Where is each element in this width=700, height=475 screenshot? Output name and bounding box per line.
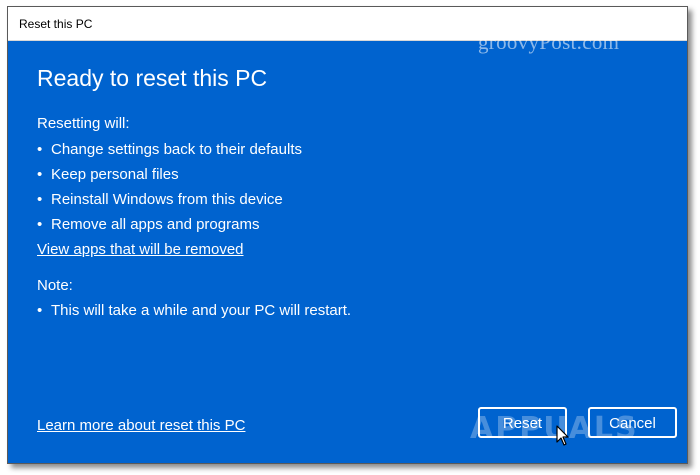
page-title: Ready to reset this PC xyxy=(37,65,268,91)
list-item: • Keep personal files xyxy=(37,166,302,191)
bullet: • xyxy=(37,216,43,233)
groovypost-watermark: groovyPost.com xyxy=(478,30,620,54)
list-item: • Reinstall Windows from this device xyxy=(37,191,302,216)
resetting-label: Resetting will: xyxy=(37,115,130,132)
list-item-text: Remove all apps and programs xyxy=(51,216,260,233)
list-item-text: Change settings back to their defaults xyxy=(51,141,302,158)
bullet: • xyxy=(37,141,43,158)
bullet: • xyxy=(37,191,43,208)
reset-button[interactable]: Reset xyxy=(478,407,567,438)
list-item-text: This will take a while and your PC will … xyxy=(51,302,352,319)
cancel-button[interactable]: Cancel xyxy=(588,407,677,438)
list-item: • Change settings back to their defaults xyxy=(37,141,302,166)
list-item-text: Keep personal files xyxy=(51,166,179,183)
mouse-pointer-icon xyxy=(556,425,569,446)
dialog-content: Ready to reset this PC Resetting will: •… xyxy=(8,41,687,463)
bullet: • xyxy=(37,302,43,319)
learn-more-link[interactable]: Learn more about reset this PC xyxy=(37,417,245,434)
window-title: Reset this PC xyxy=(19,17,93,31)
note-list: • This will take a while and your PC wil… xyxy=(37,302,351,327)
view-apps-link[interactable]: View apps that will be removed xyxy=(37,241,244,258)
bullet: • xyxy=(37,166,43,183)
list-item-text: Reinstall Windows from this device xyxy=(51,191,283,208)
reset-pc-dialog: Reset this PC Ready to reset this PC Res… xyxy=(7,6,688,464)
list-item: • Remove all apps and programs xyxy=(37,216,302,241)
resetting-list: • Change settings back to their defaults… xyxy=(37,141,302,241)
note-label: Note: xyxy=(37,277,73,294)
list-item: • This will take a while and your PC wil… xyxy=(37,302,351,327)
